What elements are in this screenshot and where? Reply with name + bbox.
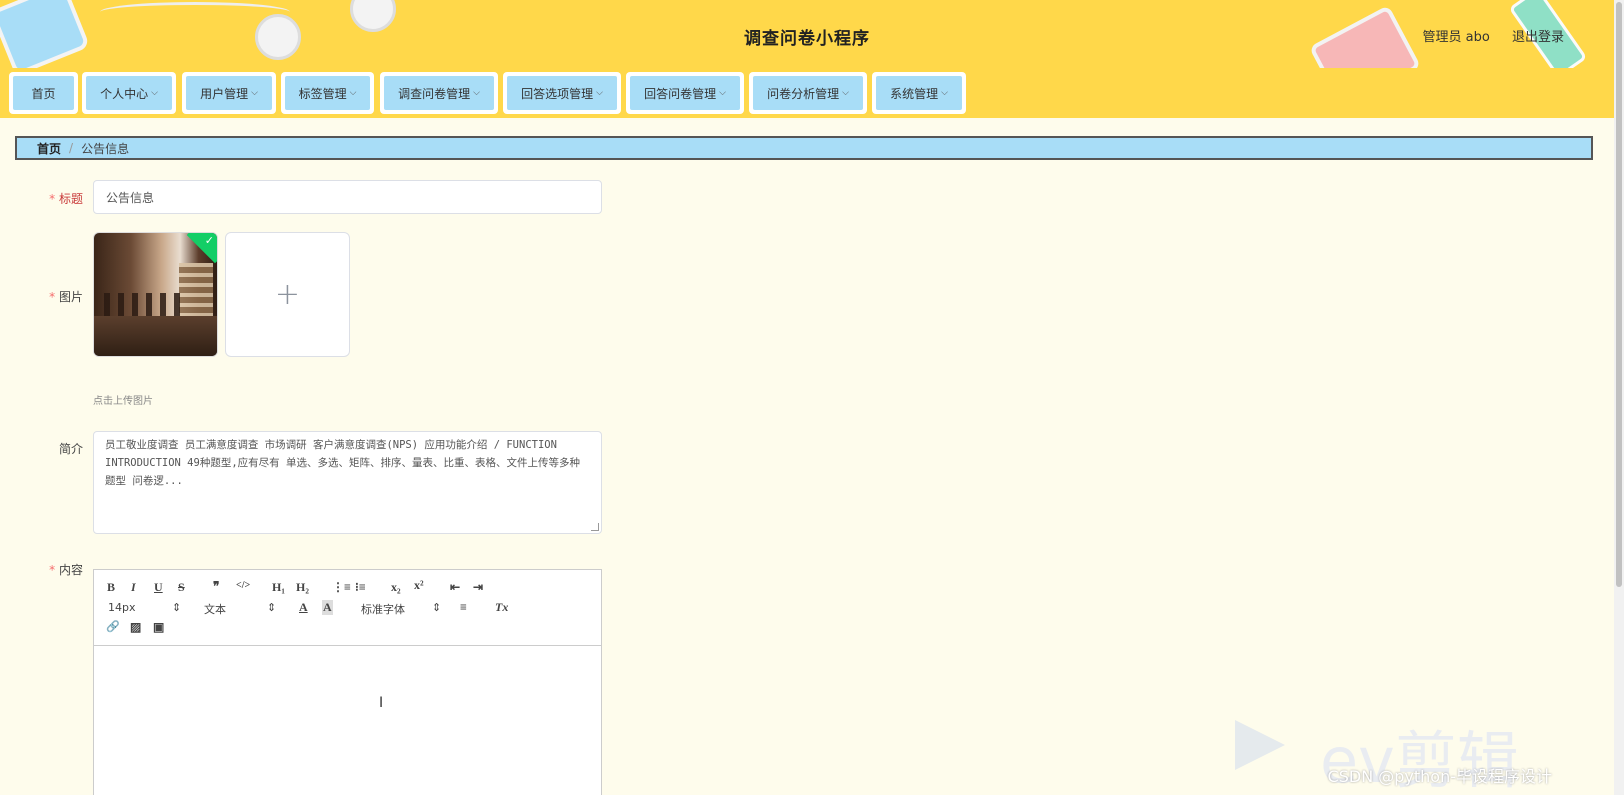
scrollbar-thumb[interactable] <box>1616 2 1622 587</box>
nav-item-label: 问卷分析管理 <box>767 86 840 101</box>
nav-item-label: 标签管理 <box>298 86 347 101</box>
nav-item-survey-management[interactable]: 调查问卷管理 ⌵ <box>380 72 498 114</box>
subscript-button[interactable]: x₂ <box>391 580 401 595</box>
font-family-select[interactable]: 标准字体 <box>361 601 405 617</box>
header-select[interactable]: 文本 <box>204 601 226 617</box>
nav-item-label: 回答选项管理 <box>521 86 594 101</box>
select-arrow-icon: ⇕ <box>267 601 277 614</box>
logout-link[interactable]: 退出登录 <box>1512 30 1564 45</box>
chevron-down-icon: ⌵ <box>251 88 258 98</box>
image-label: 图片 <box>23 288 83 305</box>
indent-button[interactable]: ⇥ <box>473 580 483 595</box>
intro-text: 员工敬业度调查 员工满意度调查 市场调研 客户满意度调查(NPS) 应用功能介绍… <box>105 439 580 487</box>
nav-item-label: 用户管理 <box>200 86 249 101</box>
breadcrumb-separator: / <box>69 141 74 155</box>
bold-button[interactable]: B <box>107 580 115 595</box>
text-cursor-icon: I <box>379 695 384 711</box>
nav-item-label: 首页 <box>31 86 56 101</box>
editor-content-area[interactable] <box>94 647 601 795</box>
font-size-select[interactable]: 14px <box>108 601 136 614</box>
nav-item-survey-analysis-management[interactable]: 问卷分析管理 ⌵ <box>749 72 867 114</box>
title-label: 标题 <box>23 190 83 207</box>
chevron-down-icon: ⌵ <box>151 88 158 98</box>
chevron-down-icon: ⌵ <box>842 88 849 98</box>
h2-button[interactable]: H₂ <box>296 580 309 595</box>
user-label: 管理员 abo <box>1422 30 1490 45</box>
bullet-list-button[interactable]: ⁝≡ <box>355 580 366 595</box>
breadcrumb: 首页 / 公告信息 <box>15 136 1593 160</box>
select-arrow-icon: ⇕ <box>172 601 182 614</box>
nav-item-label: 个人中心 <box>100 86 149 101</box>
video-button[interactable]: ▣ <box>153 620 164 635</box>
strike-button[interactable]: S <box>178 580 185 595</box>
align-button[interactable]: ≡ <box>460 600 467 615</box>
blockquote-button[interactable]: ❞ <box>213 579 219 594</box>
uploaded-image-thumbnail[interactable]: ✓ <box>93 232 218 357</box>
nav-item-label: 系统管理 <box>890 86 939 101</box>
chevron-down-icon: ⌵ <box>473 88 480 98</box>
plus-icon: + <box>274 277 301 312</box>
top-header: 调查问卷小程序 管理员 abo 退出登录 <box>0 0 1614 68</box>
nav-item-label: 回答问卷管理 <box>644 86 717 101</box>
nav-item-system-management[interactable]: 系统管理 ⌵ <box>872 72 966 114</box>
code-block-button[interactable]: </> <box>236 580 250 591</box>
app-title: 调查问卷小程序 <box>744 29 870 49</box>
nav-item-answer-survey-management[interactable]: 回答问卷管理 ⌵ <box>626 72 744 114</box>
editor-toolbar: B I U S ❞ </> H₁ H₂ ⋮≡ ⁝≡ x₂ x² ⇤ ⇥ 14px… <box>94 570 601 646</box>
image-button[interactable]: ▨ <box>130 620 141 635</box>
font-color-button[interactable]: A <box>299 600 308 615</box>
chevron-down-icon: ⌵ <box>596 88 603 98</box>
main-nav: 首页 个人中心 ⌵ 用户管理 ⌵ 标签管理 ⌵ 调查问卷管理 ⌵ 回答选项管理 ⌵ 回答问… <box>0 68 1614 118</box>
breadcrumb-home[interactable]: 首页 <box>37 140 61 157</box>
nav-item-label: 调查问卷管理 <box>398 86 471 101</box>
nav-item-home[interactable]: 首页 <box>9 72 78 114</box>
photo-floor <box>94 316 217 356</box>
upload-tip: 点击上传图片 <box>93 396 153 407</box>
title-input[interactable]: 公告信息 <box>93 180 602 214</box>
nav-item-personal-center[interactable]: 个人中心 ⌵ <box>82 72 176 114</box>
chevron-down-icon: ⌵ <box>941 88 948 98</box>
link-button[interactable]: 🔗 <box>106 620 120 633</box>
select-arrow-icon: ⇕ <box>432 601 442 614</box>
nav-item-answer-option-management[interactable]: 回答选项管理 ⌵ <box>503 72 621 114</box>
nav-item-user-management[interactable]: 用户管理 ⌵ <box>182 72 276 114</box>
chevron-down-icon: ⌵ <box>719 88 726 98</box>
background-color-button[interactable]: A <box>322 600 333 615</box>
chevron-down-icon: ⌵ <box>349 88 357 98</box>
h1-button[interactable]: H₁ <box>272 580 285 595</box>
superscript-button[interactable]: x² <box>414 578 424 593</box>
underline-button[interactable]: U <box>154 580 163 595</box>
breadcrumb-current: 公告信息 <box>81 141 130 156</box>
earphone-cord-illustration <box>100 2 290 22</box>
clean-format-button[interactable]: Tx <box>495 600 508 615</box>
outdent-button[interactable]: ⇤ <box>450 580 460 595</box>
ordered-list-button[interactable]: ⋮≡ <box>332 580 351 595</box>
nav-item-tag-management[interactable]: 标签管理 ⌵ <box>281 72 374 114</box>
user-area: 管理员 abo 退出登录 <box>1405 26 1564 45</box>
check-icon: ✓ <box>204 234 214 247</box>
image-upload-button[interactable]: + <box>225 232 350 357</box>
italic-button[interactable]: I <box>131 580 136 595</box>
resize-handle-icon[interactable] <box>591 523 599 531</box>
page-scrollbar[interactable] <box>1614 0 1624 795</box>
intro-label: 简介 <box>58 442 83 456</box>
intro-textarea[interactable]: 员工敬业度调查 员工满意度调查 市场调研 客户满意度调查(NPS) 应用功能介绍… <box>93 431 602 534</box>
csdn-watermark: CSDN @python-毕设程序设计 <box>1327 767 1552 786</box>
rich-text-editor: B I U S ❞ </> H₁ H₂ ⋮≡ ⁝≡ x₂ x² ⇤ ⇥ 14px… <box>93 569 602 795</box>
content-label: 内容 <box>23 561 83 578</box>
ev-logo-icon <box>1235 720 1285 770</box>
